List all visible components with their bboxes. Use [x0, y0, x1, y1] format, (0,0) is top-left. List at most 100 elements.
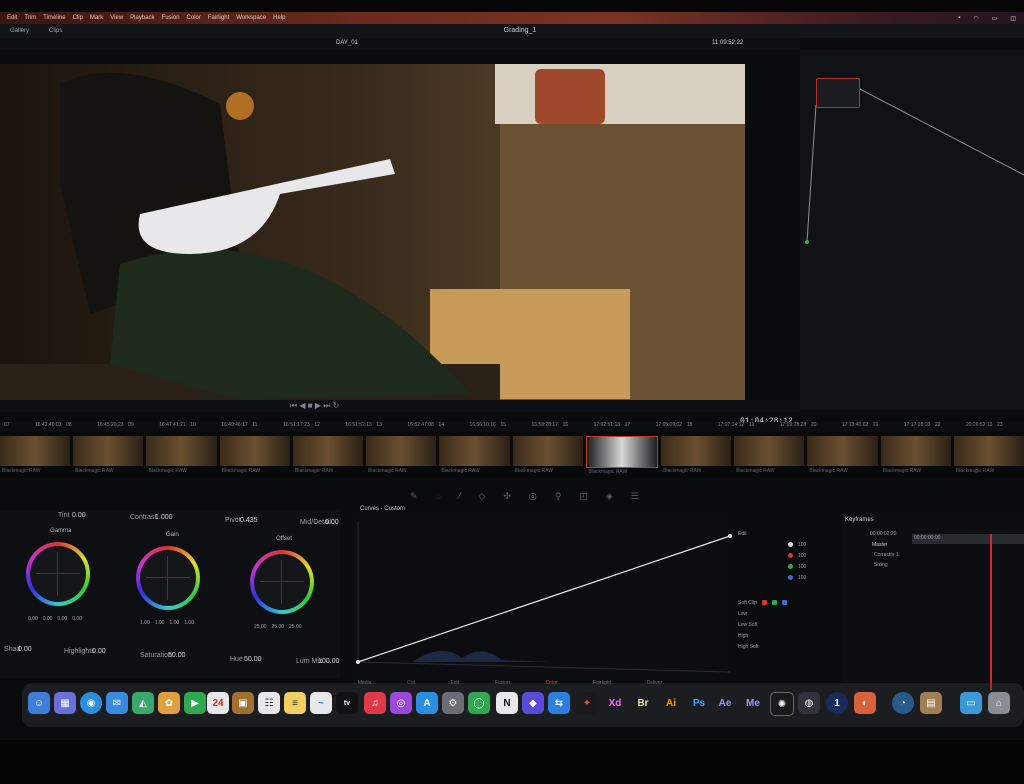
- channel-row-b[interactable]: 100: [738, 572, 838, 583]
- mail-icon[interactable]: ✉: [106, 692, 128, 714]
- channel-row-r[interactable]: 100: [738, 550, 838, 561]
- gamma-r[interactable]: 0.00: [43, 616, 53, 622]
- shadows-value[interactable]: 0.00: [18, 646, 32, 653]
- xd-app-icon[interactable]: Xd: [604, 692, 626, 714]
- gallery-button[interactable]: Gallery: [10, 28, 29, 34]
- clip-thumbnail[interactable]: Blackmagic RAW: [953, 436, 1024, 474]
- freeform-icon[interactable]: ~: [310, 692, 332, 714]
- tracker-icon[interactable]: ✣: [503, 491, 511, 502]
- sizing-icon[interactable]: ◰: [579, 491, 588, 502]
- contacts-icon[interactable]: ▣: [232, 692, 254, 714]
- clip-thumbnail[interactable]: Blackmagic RAW: [0, 436, 71, 474]
- video-viewer[interactable]: [0, 64, 745, 400]
- menu-item-trim[interactable]: Trim: [24, 15, 36, 21]
- mediaencoder-app-icon[interactable]: Me: [742, 692, 764, 714]
- pen-icon[interactable]: ✎: [410, 491, 418, 502]
- davinci-resolve-icon[interactable]: ✺: [770, 692, 794, 716]
- music-icon[interactable]: ♫: [364, 692, 386, 714]
- softclip-green[interactable]: [771, 600, 777, 605]
- podcasts-icon[interactable]: ◎: [390, 692, 412, 714]
- contrast-value[interactable]: 1.000: [155, 514, 173, 521]
- softclip-lowsoft-row[interactable]: Low Soft: [738, 619, 838, 630]
- clip-thumbnail[interactable]: Blackmagic RAW: [734, 436, 805, 474]
- messages-icon[interactable]: ◯: [468, 692, 490, 714]
- menu-item-fairlight[interactable]: Fairlight: [208, 15, 229, 21]
- highlights-value[interactable]: 0.00: [92, 648, 106, 655]
- gain-y[interactable]: 1.00: [140, 620, 150, 626]
- settings-icon[interactable]: ⚙: [442, 692, 464, 714]
- proton-icon[interactable]: ◆: [522, 692, 544, 714]
- transfer-icon[interactable]: ⇆: [548, 692, 570, 714]
- trash-icon[interactable]: ⌂: [988, 692, 1010, 714]
- eyedropper-icon[interactable]: ⁄: [459, 491, 461, 501]
- illustrator-app-icon[interactable]: Ai: [660, 692, 682, 714]
- circle-icon[interactable]: ◌: [436, 491, 441, 501]
- menu-item-timeline[interactable]: Timeline: [43, 15, 65, 21]
- clip-thumbnail[interactable]: Blackmagic RAW: [439, 436, 510, 474]
- middetail-value[interactable]: 0.00: [325, 519, 339, 526]
- clip-thumbnail[interactable]: Blackmagic RAW: [807, 436, 878, 474]
- keyframe-row-sizing[interactable]: Sizing: [874, 562, 888, 568]
- lummix-value[interactable]: 100.00: [318, 658, 339, 665]
- clip-thumbnail[interactable]: Blackmagic RAW: [366, 436, 437, 474]
- menu-item-fusion[interactable]: Fusion: [162, 15, 180, 21]
- channel-value[interactable]: 100: [798, 575, 806, 581]
- hue-value[interactable]: 50.00: [244, 656, 262, 663]
- bridge-app-icon[interactable]: Br: [632, 692, 654, 714]
- notes-icon[interactable]: ≡: [284, 692, 306, 714]
- menu-item-view[interactable]: View: [110, 15, 123, 21]
- clip-thumbnail[interactable]: Blackmagic RAW: [219, 436, 290, 474]
- softclip-blue[interactable]: [781, 600, 787, 605]
- clip-thumbnail[interactable]: Blackmagic RAW: [585, 436, 658, 475]
- offset-b[interactable]: 25.00: [289, 624, 302, 630]
- gain-b[interactable]: 1.00: [184, 620, 194, 626]
- onepassword-icon[interactable]: 1: [826, 692, 848, 714]
- firefox-icon[interactable]: ◐: [854, 692, 876, 714]
- gamma-b[interactable]: 0.00: [72, 616, 82, 622]
- softclip-highsoft-row[interactable]: High Soft: [738, 641, 838, 652]
- transport-controls-icon[interactable]: ⏮ ◀ ■ ▶ ⏭ ↻: [290, 401, 339, 411]
- gamma-y[interactable]: 0.00: [28, 616, 38, 622]
- finder-icon[interactable]: ☺: [28, 692, 50, 714]
- channel-value[interactable]: 100: [798, 553, 806, 559]
- clip-thumbnail[interactable]: Blackmagic RAW: [146, 436, 217, 474]
- aftereffects-app-icon[interactable]: Ae: [714, 692, 736, 714]
- saturation-value[interactable]: 50.00: [168, 652, 186, 659]
- battery-icon[interactable]: ▭: [992, 15, 998, 22]
- curves-graph[interactable]: [352, 512, 732, 680]
- appstore-icon[interactable]: A: [416, 692, 438, 714]
- figma-icon[interactable]: ✦: [576, 692, 598, 714]
- offset-g[interactable]: 25.00: [272, 624, 285, 630]
- keyframe-row-corrector[interactable]: Corrector 1: [874, 552, 899, 558]
- reminders-icon[interactable]: ☷: [258, 692, 280, 714]
- appletv-icon[interactable]: tv: [336, 692, 358, 714]
- gamma-wheel[interactable]: [26, 542, 90, 606]
- stack-icon[interactable]: ☰: [631, 491, 639, 502]
- window-icon[interactable]: ◇: [478, 491, 485, 502]
- maps-icon[interactable]: ◭: [132, 692, 154, 714]
- launchpad-icon[interactable]: ▦: [54, 692, 76, 714]
- control-center-icon[interactable]: ◫: [1010, 15, 1016, 22]
- wifi-icon[interactable]: ◠: [973, 15, 978, 22]
- photoshop-app-icon[interactable]: Ps: [688, 692, 710, 714]
- gamma-g[interactable]: 0.00: [57, 616, 67, 622]
- softclip-high-row[interactable]: High: [738, 630, 838, 641]
- gain-g[interactable]: 1.00: [169, 620, 179, 626]
- clip-thumbnail[interactable]: Blackmagic RAW: [880, 436, 951, 474]
- notion-icon[interactable]: N: [496, 692, 518, 714]
- menu-item-mark[interactable]: Mark: [90, 15, 103, 21]
- channel-row-y[interactable]: 100: [738, 539, 838, 550]
- keyframe-playhead[interactable]: [990, 534, 992, 690]
- menu-item-workspace[interactable]: Workspace: [236, 15, 266, 21]
- menu-item-help[interactable]: Help: [273, 15, 285, 21]
- calendar-icon[interactable]: 24: [207, 692, 229, 714]
- offset-r[interactable]: 25.00: [254, 624, 267, 630]
- menu-item-edit[interactable]: Edit: [7, 15, 17, 21]
- quicktime-icon[interactable]: ◔: [892, 692, 914, 714]
- archive-icon[interactable]: ▤: [920, 692, 942, 714]
- gain-wheel[interactable]: [136, 546, 200, 610]
- clip-thumbnail[interactable]: Blackmagic RAW: [660, 436, 732, 474]
- blur-icon[interactable]: ◎: [529, 491, 537, 502]
- menu-item-playback[interactable]: Playback: [130, 15, 154, 21]
- key-icon[interactable]: ⚲: [555, 491, 562, 502]
